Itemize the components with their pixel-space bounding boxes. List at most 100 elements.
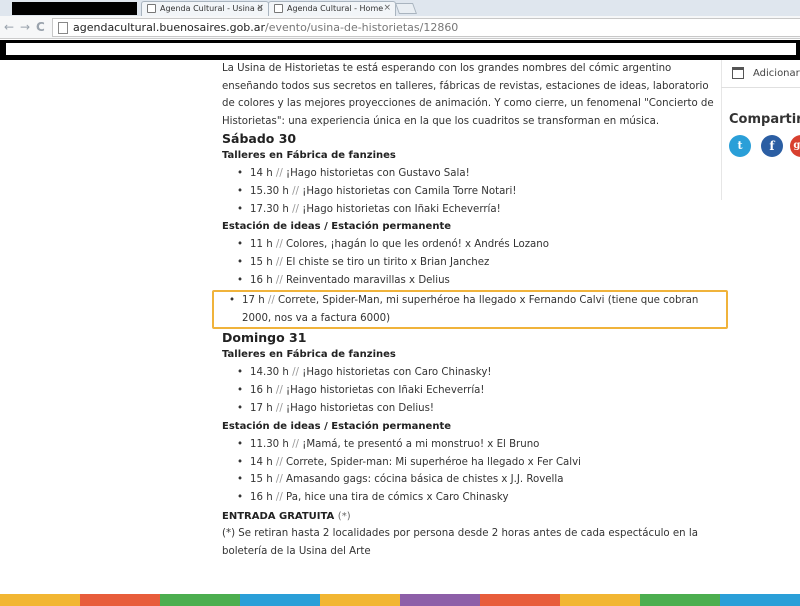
close-icon[interactable]: × (383, 2, 391, 15)
event-item: 17.30 h // ¡Hago historietas con Iñaki E… (222, 201, 722, 219)
day-title: Sábado 30 (222, 131, 297, 146)
event-item: 11 h // Colores, ¡hagán lo que les orden… (222, 236, 722, 254)
time-separator: // (292, 203, 299, 215)
stripe-segment (0, 594, 80, 606)
event-item: 15 h // El chiste se tiro un tirito x Br… (222, 254, 722, 272)
event-item: 16 h // Pa, hice una tira de cómics x Ca… (222, 489, 722, 507)
event-time: 17.30 h (250, 203, 289, 215)
event-item: 15.30 h // ¡Hago historietas con Camila … (222, 183, 722, 201)
redacted-region-inner (6, 43, 796, 55)
calendar-icon (732, 67, 744, 79)
google-plus-icon[interactable]: g+ (790, 135, 800, 157)
event-item: 16 h // Reinventado maravillas x Delius (222, 272, 722, 290)
event-time: 14 h (250, 168, 273, 179)
twitter-icon[interactable]: t (729, 135, 751, 157)
event-item: 16 h // ¡Hago historietas con Iñaki Eche… (222, 382, 722, 400)
time-separator: // (275, 239, 283, 251)
event-time: 15.30 h (250, 185, 289, 197)
event-title: ¡Hago historietas con Gustavo Sala! (286, 168, 470, 179)
event-item: 17 h // ¡Hago historietas con Delius! (222, 400, 722, 418)
event-list: 11 h // Colores, ¡hagán lo que les orden… (212, 236, 728, 330)
footer-color-stripe (0, 594, 800, 606)
section-title: Estación de ideas / Estación permanente (222, 420, 452, 432)
event-list: 14 h // ¡Hago historietas con Gustavo Sa… (222, 165, 722, 218)
event-title: ¡Hago historietas con Caro Chinasky! (302, 367, 492, 379)
highlighted-event-item: 17 h // Correte, Spider-Man, mi superhér… (212, 289, 728, 330)
event-title: ¡Hago historietas con Camila Torre Notar… (302, 185, 517, 197)
back-button[interactable]: ← (4, 20, 14, 34)
tab-agenda-home[interactable]: Agenda Cultural - Home × (268, 1, 396, 16)
event-title: Reinventado maravillas x Delius (286, 274, 450, 286)
address-bar: ← → C agendacultural.buenosaires.gob.ar/… (0, 16, 800, 39)
event-item: 14.30 h // ¡Hago historietas con Caro Ch… (222, 364, 722, 382)
event-title: ¡Mamá, te presentó a mi monstruo! x El B… (302, 438, 540, 450)
close-icon[interactable]: × (256, 2, 264, 15)
browser-tab-bar: Agenda Cultural - Usina d × Agenda Cultu… (0, 0, 800, 16)
tab-agenda-usina[interactable]: Agenda Cultural - Usina d × (141, 1, 269, 16)
event-title: ¡Hago historietas con Iñaki Echeverría! (286, 385, 485, 397)
event-time: 14.30 h (250, 367, 289, 379)
time-separator: // (275, 402, 283, 414)
event-time: 16 h (250, 274, 273, 286)
add-to-calendar-button[interactable]: Adicionar (721, 60, 800, 88)
event-title: Colores, ¡hagán lo que les ordenó! x And… (286, 239, 549, 251)
stripe-segment (160, 594, 240, 606)
time-separator: // (292, 367, 299, 379)
event-title: Amasando gags: cócina básica de chistes … (286, 474, 564, 486)
event-title: ¡Hago historietas con Delius! (286, 402, 435, 414)
tab-title: Agenda Cultural - Usina d (160, 4, 263, 13)
event-time: 16 h (250, 385, 273, 397)
footnote: (*) Se retiran hasta 2 localidades por p… (222, 527, 698, 557)
stripe-segment (400, 594, 480, 606)
event-time: 15 h (250, 257, 273, 269)
facebook-icon[interactable]: f (761, 135, 783, 157)
new-tab-button[interactable] (394, 3, 418, 14)
stripe-segment (320, 594, 400, 606)
time-separator: // (275, 474, 283, 486)
day-title: Domingo 31 (222, 330, 307, 346)
time-separator: // (275, 168, 283, 179)
event-item: 15 h // Amasando gags: cócina básica de … (222, 471, 722, 489)
stripe-segment (240, 594, 320, 606)
schedule: Sábado 30 Talleres en Fábrica de fanzines… (212, 131, 728, 507)
event-time: 16 h (250, 492, 273, 504)
url-input[interactable]: agendacultural.buenosaires.gob.ar/evento… (52, 18, 800, 37)
free-entry: ENTRADA GRATUITA (*) (222, 508, 722, 525)
event-time: 11 h (250, 239, 273, 251)
free-entry-label: ENTRADA GRATUITA (222, 510, 335, 522)
event-title: Correte, Spider-Man, mi superhéroe ha ll… (242, 294, 699, 324)
event-list: 14.30 h // ¡Hago historietas con Caro Ch… (222, 364, 722, 417)
time-separator: // (267, 294, 275, 306)
event-item: 14 h // ¡Hago historietas con Gustavo Sa… (222, 165, 722, 183)
event-time: 11.30 h (250, 438, 289, 450)
time-separator: // (275, 492, 283, 504)
reload-button[interactable]: C (36, 20, 45, 34)
stripe-segment (560, 594, 640, 606)
url-domain: agendacultural.buenosaires.gob.ar (73, 21, 266, 34)
event-time: 14 h (250, 456, 273, 468)
section-title: Estación de ideas / Estación permanente (222, 221, 452, 233)
time-separator: // (275, 257, 283, 269)
add-to-calendar-label: Adicionar (753, 68, 800, 79)
footnote-mark: (*) (337, 510, 351, 522)
stripe-segment (720, 594, 800, 606)
event-time: 15 h (250, 474, 273, 486)
forward-button[interactable]: → (20, 20, 30, 34)
event-list: 11.30 h // ¡Mamá, te presentó a mi monst… (222, 436, 722, 507)
event-item: 11.30 h // ¡Mamá, te presentó a mi monst… (222, 436, 722, 454)
stripe-segment (640, 594, 720, 606)
event-title: El chiste se tiro un tirito x Brian Janc… (286, 257, 490, 269)
event-time: 17 h (250, 402, 273, 414)
tab-title: Agenda Cultural - Home (287, 4, 384, 13)
url-path: /evento/usina-de-historietas/12860 (265, 21, 459, 34)
redacted-region (12, 2, 137, 15)
event-title: Correte, Spider-man: Mi superhéroe ha ll… (286, 456, 581, 468)
event-time: 17 h (242, 294, 265, 306)
event-title: Pa, hice una tira de cómics x Caro China… (286, 492, 509, 504)
section-title: Talleres en Fábrica de fanzines (222, 150, 396, 161)
time-separator: // (275, 274, 283, 286)
stripe-segment (80, 594, 160, 606)
event-title: ¡Hago historietas con Iñaki Echeverría! (302, 203, 501, 215)
document-icon (274, 4, 283, 13)
time-separator: // (275, 456, 283, 468)
